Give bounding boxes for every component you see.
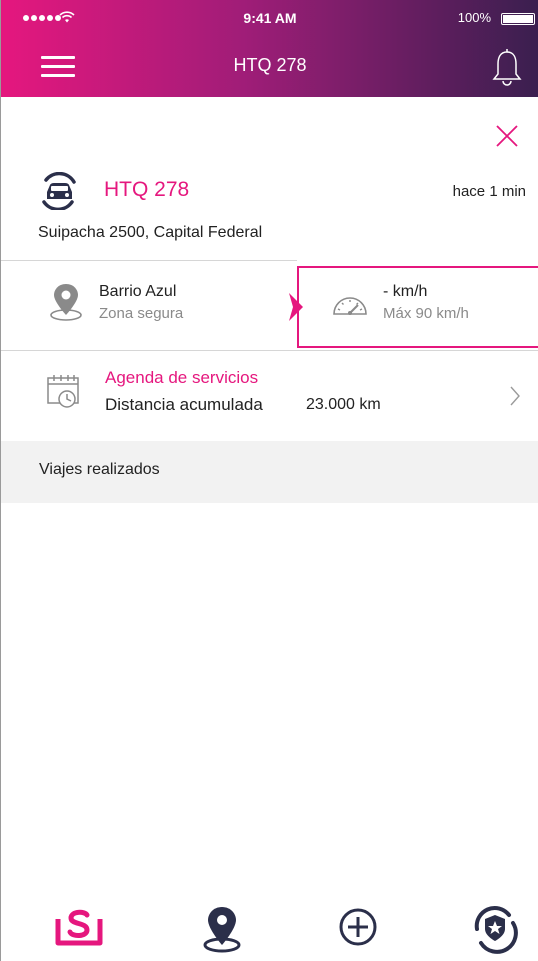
status-bar: 9:41 AM 100% xyxy=(1,10,538,30)
zone-status: Zona segura xyxy=(99,305,184,322)
service-s-icon[interactable] xyxy=(55,905,103,955)
app-screen: 9:41 AM 100% HTQ 278 HTQ 278 hace 1 min … xyxy=(0,0,538,961)
services-row[interactable] xyxy=(1,351,538,441)
location-pin-icon xyxy=(50,284,82,321)
location-pin-icon[interactable] xyxy=(198,905,246,955)
max-speed: Máx 90 km/h xyxy=(383,305,469,322)
trips-label: Viajes realizados xyxy=(39,461,160,478)
calendar-clock-icon xyxy=(47,375,79,408)
current-speed: - km/h xyxy=(383,283,428,300)
top-header: 9:41 AM 100% HTQ 278 xyxy=(1,0,538,97)
close-icon[interactable] xyxy=(495,124,519,148)
last-update-time: hace 1 min xyxy=(452,183,526,200)
notification-bell-icon[interactable] xyxy=(491,45,523,87)
services-title: Agenda de servicios xyxy=(105,368,259,387)
plus-circle-icon[interactable] xyxy=(334,905,382,955)
speedometer-icon xyxy=(333,297,367,315)
distance-value: 23.000 km xyxy=(306,396,381,413)
chevron-right-icon xyxy=(510,386,520,406)
battery-icon xyxy=(501,13,535,25)
divider xyxy=(1,260,297,261)
zone-name: Barrio Azul xyxy=(99,283,177,300)
vehicle-plate: HTQ 278 xyxy=(104,178,190,201)
shield-star-icon[interactable] xyxy=(471,905,519,955)
distance-label: Distancia acumulada xyxy=(105,395,263,414)
battery-percentage: 100% xyxy=(457,10,491,25)
vehicle-address: Suipacha 2500, Capital Federal xyxy=(38,224,263,241)
selected-arrow-icon xyxy=(289,293,303,321)
car-icon xyxy=(42,172,76,210)
page-title: HTQ 278 xyxy=(233,55,307,75)
